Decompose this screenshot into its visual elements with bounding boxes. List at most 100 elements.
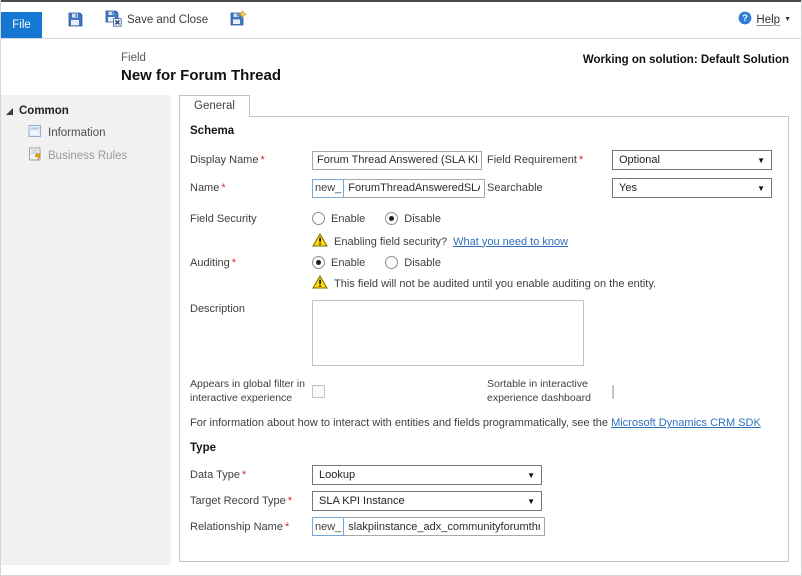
form-row: Name* new_ Searchable Yes ▼ — [190, 178, 778, 198]
crm-field-editor-window: File Save and Close ? — [0, 0, 802, 576]
form-row: Target Record Type* SLA KPI Instance ▼ — [190, 491, 778, 511]
display-name-label: Display Name* — [190, 154, 312, 166]
display-name-input[interactable] — [312, 151, 482, 170]
field-security-info-link[interactable]: What you need to know — [453, 236, 568, 248]
save-button[interactable] — [63, 8, 87, 33]
required-marker: * — [579, 154, 583, 166]
form-row: Relationship Name* new_ — [190, 517, 778, 536]
form-row: This field will not be audited until you… — [190, 275, 778, 292]
auditing-enable-radio[interactable] — [312, 256, 325, 269]
radio-label: Enable — [331, 213, 365, 225]
global-filter-checkbox[interactable] — [312, 385, 325, 398]
relationship-name-input[interactable] — [343, 517, 545, 536]
auditing-label: Auditing* — [190, 257, 312, 269]
field-requirement-label: Field Requirement* — [487, 154, 612, 166]
form-page-icon — [28, 124, 42, 141]
sdk-link[interactable]: Microsoft Dynamics CRM SDK — [611, 417, 761, 429]
sidebar-group-label: Common — [19, 105, 69, 117]
tab-general[interactable]: General — [179, 95, 250, 117]
svg-text:?: ? — [743, 13, 749, 24]
global-filter-label: Appears in global filter in interactive … — [190, 378, 312, 405]
form-row: Field Security Enable Disable — [190, 212, 778, 225]
selected-value: SLA KPI Instance — [319, 495, 405, 507]
schema-section-heading: Schema — [190, 125, 778, 140]
chevron-down-icon: ▼ — [784, 16, 791, 23]
name-label: Name* — [190, 182, 312, 194]
business-rules-icon — [28, 147, 42, 164]
relationship-name-label: Relationship Name* — [190, 521, 312, 533]
target-record-type-select[interactable]: SLA KPI Instance ▼ — [312, 491, 542, 511]
navigation-sidebar: Common Information Business Rules — [1, 95, 171, 565]
save-and-close-label: Save and Close — [127, 14, 208, 26]
target-record-type-label: Target Record Type* — [190, 495, 312, 507]
relationship-name-prefix: new_ — [312, 517, 344, 536]
required-marker: * — [260, 154, 264, 166]
sidebar-item-label: Information — [48, 127, 106, 139]
toolbar-buttons: Save and Close — [63, 7, 251, 33]
help-icon: ? — [738, 11, 752, 28]
solution-note: Working on solution: Default Solution — [583, 54, 789, 66]
entity-type-label: Field — [121, 52, 146, 64]
help-label: Help — [756, 14, 780, 26]
selected-value: Optional — [619, 154, 660, 166]
sidebar-item-business-rules[interactable]: Business Rules — [1, 144, 171, 167]
field-security-disable-radio[interactable] — [385, 212, 398, 225]
radio-label: Disable — [404, 257, 441, 269]
description-label: Description — [190, 300, 312, 315]
sdk-note-text: For information about how to interact wi… — [190, 417, 608, 429]
warning-text: This field will not be audited until you… — [334, 278, 656, 290]
form-row: Appears in global filter in interactive … — [190, 378, 778, 405]
save-and-close-icon — [105, 10, 122, 30]
page-header: Field New for Forum Thread Working on so… — [1, 39, 801, 95]
required-marker: * — [221, 182, 225, 194]
chevron-down-icon: ▼ — [527, 471, 535, 480]
description-textarea[interactable] — [312, 300, 584, 366]
sidebar-group-common[interactable]: Common — [1, 102, 171, 121]
radio-label: Disable — [404, 213, 441, 225]
chevron-down-icon: ▼ — [757, 184, 765, 193]
form-row: Description — [190, 300, 778, 366]
warning-icon — [312, 233, 328, 250]
auditing-warning: This field will not be audited until you… — [312, 275, 656, 292]
sidebar-item-label: Business Rules — [48, 150, 127, 162]
auditing-disable-radio[interactable] — [385, 256, 398, 269]
sidebar-item-information[interactable]: Information — [1, 121, 171, 144]
field-security-label: Field Security — [190, 213, 312, 225]
form-row: Auditing* Enable Disable — [190, 256, 778, 269]
radio-label: Enable — [331, 257, 365, 269]
required-marker: * — [242, 469, 246, 481]
page-title: New for Forum Thread — [121, 67, 281, 84]
field-security-warning: Enabling field security? What you need t… — [312, 233, 568, 250]
file-menu-button[interactable]: File — [1, 12, 42, 38]
main-content: General Schema Display Name* Field Requi… — [171, 95, 801, 565]
field-requirement-select[interactable]: Optional ▼ — [612, 150, 772, 170]
warning-icon — [312, 275, 328, 292]
type-section-heading: Type — [190, 442, 778, 457]
save-and-new-icon — [230, 10, 247, 30]
field-security-enable-radio[interactable] — [312, 212, 325, 225]
save-and-new-button[interactable] — [226, 7, 251, 33]
sortable-label: Sortable in interactive experience dashb… — [487, 378, 612, 405]
chevron-down-icon: ▼ — [527, 497, 535, 506]
chevron-down-icon: ▼ — [757, 156, 765, 165]
name-input[interactable] — [343, 179, 485, 198]
save-and-close-button[interactable]: Save and Close — [101, 7, 212, 33]
searchable-select[interactable]: Yes ▼ — [612, 178, 772, 198]
save-icon — [67, 11, 83, 30]
sortable-checkbox[interactable] — [612, 385, 614, 399]
form-row: Display Name* Field Requirement* Optiona… — [190, 150, 778, 170]
general-tab-panel: Schema Display Name* Field Requirement* … — [179, 116, 789, 562]
required-marker: * — [288, 495, 292, 507]
ribbon-toolbar: File Save and Close ? — [1, 2, 801, 39]
searchable-label: Searchable — [487, 182, 612, 194]
required-marker: * — [285, 521, 289, 533]
form-row: Enabling field security? What you need t… — [190, 233, 778, 250]
selected-value: Yes — [619, 182, 637, 194]
collapse-expander-icon — [6, 108, 13, 115]
data-type-label: Data Type* — [190, 469, 312, 481]
help-menu[interactable]: ? Help ▼ — [738, 11, 791, 28]
selected-value: Lookup — [319, 469, 355, 481]
data-type-select[interactable]: Lookup ▼ — [312, 465, 542, 485]
form-row: Data Type* Lookup ▼ — [190, 465, 778, 485]
name-prefix: new_ — [312, 179, 344, 198]
